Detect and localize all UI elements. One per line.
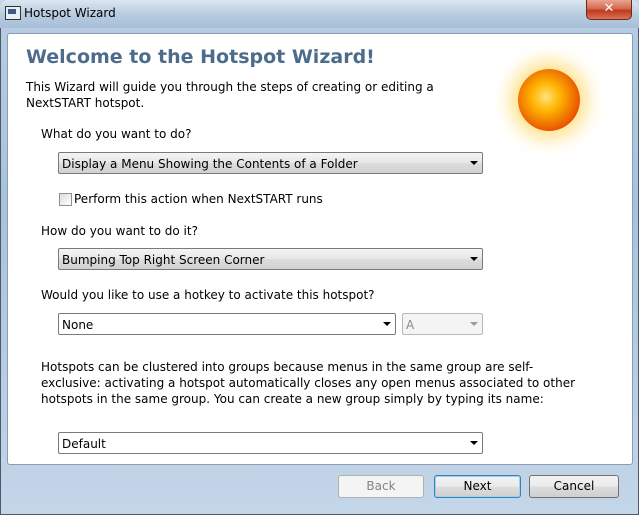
action-dropdown[interactable]: Display a Menu Showing the Contents of a… [58, 152, 483, 174]
trigger-label: How do you want to do it? [41, 224, 198, 238]
chevron-down-icon[interactable] [470, 161, 478, 165]
sun-icon [518, 69, 580, 131]
cancel-button[interactable]: Cancel [529, 475, 619, 498]
close-button[interactable]: ✕ [586, 0, 632, 20]
chevron-down-icon[interactable] [470, 441, 478, 445]
group-combo-value[interactable]: Default [62, 437, 106, 451]
intro-text: This Wizard will guide you through the s… [26, 80, 434, 110]
hotkey-modifier-value: None [62, 318, 94, 332]
hotkey-key-value: A [406, 318, 415, 332]
chevron-down-icon[interactable] [470, 322, 478, 326]
hotkey-key-dropdown[interactable]: A [402, 313, 483, 335]
hotkey-modifier-dropdown[interactable]: None [58, 313, 396, 335]
on-start-checkbox[interactable] [59, 193, 72, 206]
trigger-dropdown[interactable]: Bumping Top Right Screen Corner [58, 248, 483, 270]
group-combo[interactable]: Default [58, 432, 483, 454]
wizard-page: Welcome to the Hotspot Wizard! This Wiza… [7, 33, 633, 465]
trigger-dropdown-value: Bumping Top Right Screen Corner [62, 253, 265, 267]
app-window-icon [5, 6, 21, 20]
chevron-down-icon[interactable] [470, 257, 478, 261]
back-button[interactable]: Back [338, 475, 424, 498]
hotkey-label: Would you like to use a hotkey to activa… [41, 288, 375, 302]
next-button[interactable]: Next [434, 475, 521, 498]
title-bar[interactable]: Hotspot Wizard ✕ [0, 0, 639, 28]
page-title: Welcome to the Hotspot Wizard! [26, 46, 375, 68]
action-label: What do you want to do? [41, 127, 192, 141]
on-start-label[interactable]: Perform this action when NextSTART runs [74, 192, 323, 206]
action-dropdown-value: Display a Menu Showing the Contents of a… [62, 157, 358, 171]
group-description: Hotspots can be clustered into groups be… [41, 360, 576, 406]
chevron-down-icon[interactable] [383, 322, 391, 326]
hotspot-wizard-window: Hotspot Wizard ✕ Welcome to the Hotspot … [0, 0, 639, 515]
window-title: Hotspot Wizard [24, 6, 116, 20]
